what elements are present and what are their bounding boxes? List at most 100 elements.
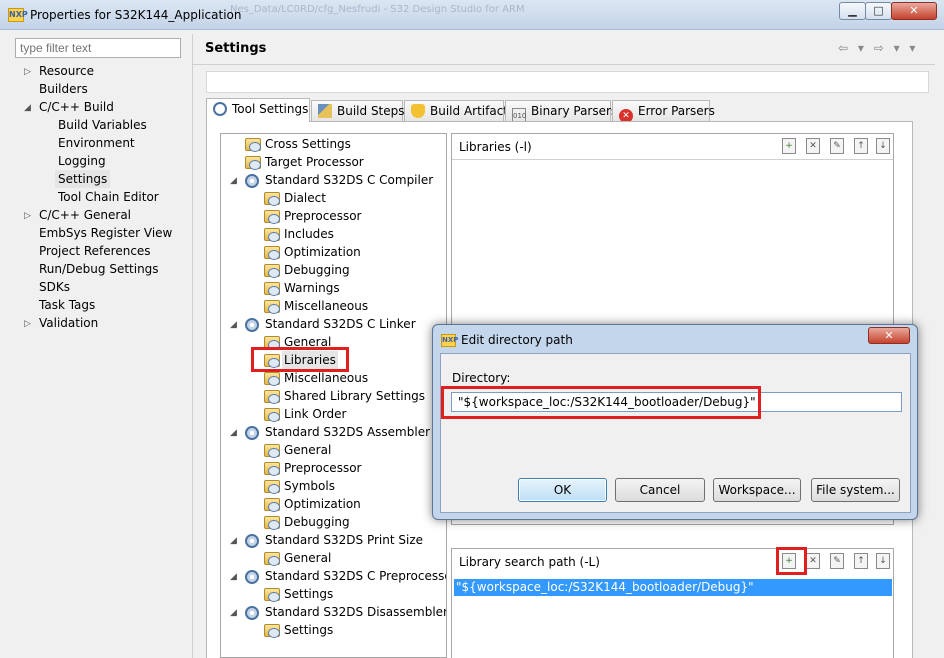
option-folder-icon — [264, 228, 280, 242]
tree-item-cross-settings[interactable]: Cross Settings — [265, 135, 351, 153]
filter-input[interactable] — [15, 38, 181, 58]
nav-item-tool-chain-editor[interactable]: Tool Chain Editor — [58, 188, 159, 206]
cancel-button[interactable]: Cancel — [615, 478, 705, 502]
add-icon[interactable]: + — [782, 553, 796, 569]
tree-item-settings[interactable]: Settings — [284, 621, 333, 639]
nav-item-cpp-general[interactable]: C/C++ General — [39, 206, 131, 224]
tree-item-c-preprocessor[interactable]: Standard S32DS C Preprocessor — [265, 567, 446, 585]
move-down-icon[interactable]: ↓ — [876, 553, 890, 569]
tree-item-preprocessor[interactable]: Preprocessor — [284, 459, 361, 477]
dialog-close-button[interactable]: ✕ — [868, 327, 910, 344]
tree-item-libraries[interactable]: Libraries — [282, 351, 338, 369]
binary-icon: 010 — [512, 108, 526, 122]
delete-icon[interactable]: ✕ — [806, 553, 820, 569]
tree-item-dialect[interactable]: Dialect — [284, 189, 326, 207]
nav-item-builders[interactable]: Builders — [39, 80, 88, 98]
tree-item-debugging[interactable]: Debugging — [284, 513, 350, 531]
edit-icon[interactable]: ✎ — [830, 553, 844, 569]
tree-item-miscellaneous[interactable]: Miscellaneous — [284, 369, 368, 387]
delete-icon[interactable]: ✕ — [806, 138, 820, 154]
expand-icon[interactable]: ▷ — [24, 211, 34, 221]
nav-item-task-tags[interactable]: Task Tags — [39, 296, 95, 314]
tab-tool-settings[interactable]: Tool Settings — [206, 98, 310, 122]
tree-item-general[interactable]: General — [284, 333, 331, 351]
nav-item-run-debug-settings[interactable]: Run/Debug Settings — [39, 260, 159, 278]
tool-gear-icon — [245, 426, 259, 440]
nav-item-build-variables[interactable]: Build Variables — [58, 116, 147, 134]
tree-item-shared-library-settings[interactable]: Shared Library Settings — [284, 387, 425, 405]
tree-item-includes[interactable]: Includes — [284, 225, 334, 243]
nav-item-validation[interactable]: Validation — [39, 314, 98, 332]
collapse-icon[interactable]: ◢ — [230, 572, 240, 582]
title-bar[interactable]: NXP Properties for S32K144_Application N… — [0, 0, 944, 30]
tab-build-steps[interactable]: Build Steps — [311, 100, 405, 122]
tab-label: Build Steps — [337, 104, 405, 118]
workspace-button[interactable]: Workspace... — [713, 478, 801, 502]
move-up-icon[interactable]: ↑ — [854, 553, 868, 569]
expand-icon[interactable]: ▷ — [24, 67, 34, 77]
tree-item-optimization[interactable]: Optimization — [284, 243, 361, 261]
collapse-icon[interactable]: ◢ — [230, 536, 240, 546]
tree-item-warnings[interactable]: Warnings — [284, 279, 340, 297]
tree-item-disassembler[interactable]: Standard S32DS Disassembler — [265, 603, 446, 621]
tree-item-assembler[interactable]: Standard S32DS Assembler — [265, 423, 430, 441]
collapse-icon[interactable]: ◢ — [230, 428, 240, 438]
file-system-button[interactable]: File system... — [811, 478, 900, 502]
maximize-button[interactable]: □ — [865, 2, 892, 20]
tool-gear-icon — [245, 570, 259, 584]
page-title: Settings — [205, 41, 267, 56]
collapse-icon[interactable]: ◢ — [230, 320, 240, 330]
tool-settings-tree: Cross Settings Target Processor ◢ Standa… — [220, 133, 447, 658]
tree-item-general[interactable]: General — [284, 549, 331, 567]
nav-item-cpp-build[interactable]: C/C++ Build — [39, 98, 114, 116]
option-folder-icon — [264, 498, 280, 512]
option-folder-icon — [264, 588, 280, 602]
ok-button[interactable]: OK — [518, 478, 607, 502]
tool-gear-icon — [245, 318, 259, 332]
edit-icon[interactable]: ✎ — [830, 138, 844, 154]
tree-item-c-compiler[interactable]: Standard S32DS C Compiler — [265, 171, 433, 189]
close-button[interactable]: ✕ — [891, 2, 937, 20]
tree-item-optimization[interactable]: Optimization — [284, 495, 361, 513]
directory-input[interactable] — [451, 392, 902, 412]
library-search-path-panel: Library search path (-L) + ✕ ✎ ↑ ↓ "${wo… — [451, 548, 894, 658]
tab-label: Binary Parsers — [531, 104, 618, 118]
move-down-icon[interactable]: ↓ — [876, 138, 890, 154]
nav-item-project-references[interactable]: Project References — [39, 242, 151, 260]
tree-item-print-size[interactable]: Standard S32DS Print Size — [265, 531, 423, 549]
nav-item-resource[interactable]: Resource — [39, 62, 94, 80]
collapse-icon[interactable]: ◢ — [230, 608, 240, 618]
tree-item-target-processor[interactable]: Target Processor — [265, 153, 364, 171]
list-item[interactable]: "${workspace_loc:/S32K144_bootloader/Deb… — [454, 579, 892, 596]
pane-splitter[interactable] — [192, 34, 193, 658]
tree-item-general[interactable]: General — [284, 441, 331, 459]
directory-label: Directory: — [452, 371, 511, 385]
option-folder-icon — [264, 462, 280, 476]
move-up-icon[interactable]: ↑ — [854, 138, 868, 154]
tab-binary-parsers[interactable]: 010 Binary Parsers — [505, 100, 617, 122]
nav-item-environment[interactable]: Environment — [58, 134, 135, 152]
tree-item-miscellaneous[interactable]: Miscellaneous — [284, 297, 368, 315]
option-folder-icon — [264, 480, 280, 494]
tab-error-parsers[interactable]: ✕ Error Parsers — [612, 100, 715, 123]
collapse-icon[interactable]: ◢ — [230, 176, 240, 186]
collapse-icon[interactable]: ◢ — [24, 103, 34, 113]
tree-item-c-linker[interactable]: Standard S32DS C Linker — [265, 315, 416, 333]
tab-label: Error Parsers — [638, 104, 715, 118]
history-nav-arrows[interactable]: ⇦ ▾ ⇨ ▾ ▾ — [838, 41, 918, 55]
nav-item-logging[interactable]: Logging — [58, 152, 106, 170]
tool-gear-icon — [245, 606, 259, 620]
minimize-button[interactable]: ▁ — [839, 2, 866, 20]
expand-icon[interactable]: ▷ — [24, 319, 34, 329]
tab-build-artifact[interactable]: Build Artifact — [404, 100, 508, 122]
add-icon[interactable]: + — [782, 138, 796, 154]
tree-item-link-order[interactable]: Link Order — [284, 405, 347, 423]
nav-item-embsys-register-view[interactable]: EmbSys Register View — [39, 224, 172, 242]
tree-item-settings[interactable]: Settings — [284, 585, 333, 603]
nav-item-settings[interactable]: Settings — [55, 170, 111, 188]
option-folder-icon — [264, 336, 280, 350]
tree-item-debugging[interactable]: Debugging — [284, 261, 350, 279]
tree-item-symbols[interactable]: Symbols — [284, 477, 335, 495]
nav-item-sdks[interactable]: SDKs — [39, 278, 70, 296]
tree-item-preprocessor[interactable]: Preprocessor — [284, 207, 361, 225]
